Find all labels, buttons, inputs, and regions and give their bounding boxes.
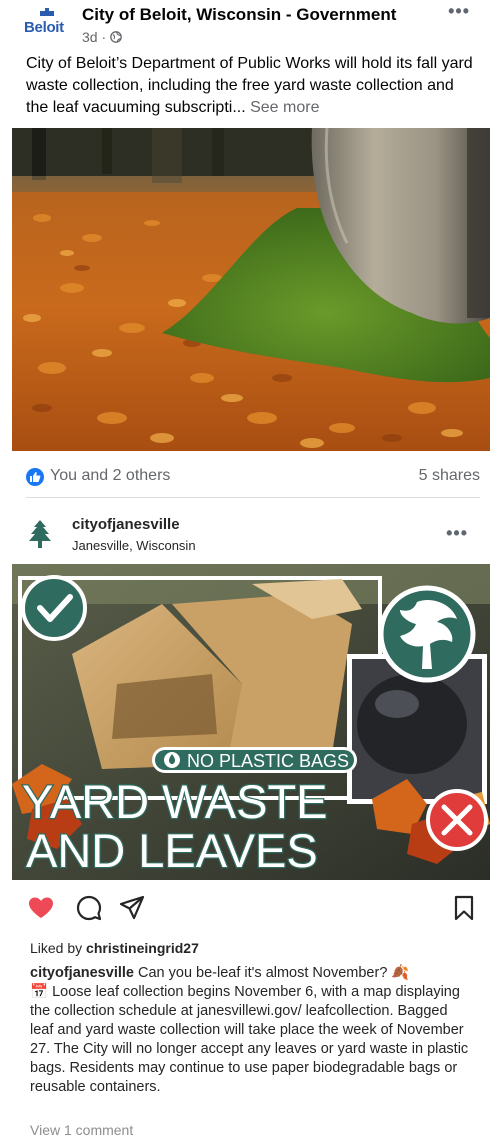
- post-meta: 3d ·: [82, 29, 122, 45]
- post-location[interactable]: Janesville, Wisconsin: [72, 538, 196, 553]
- autumn-tree-photo: [12, 128, 490, 451]
- like-reaction-icon: [26, 468, 44, 486]
- caption-username[interactable]: cityofjanesville: [30, 965, 134, 981]
- facebook-post: Beloit City of Beloit, Wisconsin - Gover…: [0, 0, 490, 498]
- heart-icon[interactable]: [27, 894, 55, 922]
- action-bar: [0, 894, 490, 924]
- post-image-autumn-leaves[interactable]: [12, 128, 490, 451]
- more-options-icon[interactable]: •••: [446, 524, 468, 542]
- post-header: Beloit City of Beloit, Wisconsin - Gover…: [0, 0, 490, 50]
- reactions-bar: You and 2 others 5 shares: [26, 466, 480, 488]
- yard-waste-graphic: NO PLASTIC BAGS YARD WASTE AND LEAVES: [12, 564, 490, 880]
- beloit-logo[interactable]: Beloit: [22, 8, 74, 42]
- bookmark-icon[interactable]: [450, 894, 478, 922]
- janesville-tree-avatar[interactable]: [22, 516, 58, 552]
- account-username[interactable]: cityofjanesville: [72, 516, 180, 533]
- caption-text-1: Can you be-leaf it's almost November? 🍂: [133, 965, 410, 981]
- no-plastic-bags-label: NO PLASTIC BAGS: [187, 751, 349, 771]
- post-caption: cityofjanesville Can you be-leaf it's al…: [30, 964, 470, 1097]
- share-icon[interactable]: [118, 894, 146, 922]
- liked-by-user[interactable]: christineingrid27: [86, 940, 199, 956]
- instagram-post: cityofjanesville Janesville, Wisconsin •…: [0, 498, 490, 1141]
- logo-text: Beloit: [24, 19, 64, 36]
- liked-by-prefix: Liked by: [30, 940, 87, 956]
- caption-text-2: 📅 Loose leaf collection begins November …: [30, 984, 469, 1095]
- comment-icon[interactable]: [75, 894, 103, 922]
- logo-building-icon: [40, 8, 54, 16]
- post-image-yard-waste[interactable]: NO PLASTIC BAGS YARD WASTE AND LEAVES: [12, 564, 490, 880]
- post-time[interactable]: 3d ·: [82, 29, 106, 45]
- liked-by-text: Liked by christineingrid27: [30, 940, 199, 956]
- globe-icon: [110, 31, 122, 43]
- shares-count[interactable]: 5 shares: [419, 467, 480, 485]
- post-text: City of Beloit’s Department of Public Wo…: [26, 53, 476, 119]
- see-more-link[interactable]: See more: [250, 99, 319, 116]
- view-comments-link[interactable]: View 1 comment: [30, 1122, 133, 1138]
- page-name[interactable]: City of Beloit, Wisconsin - Government: [82, 5, 396, 25]
- image-title-line-1: YARD WASTE: [22, 775, 328, 828]
- more-options-icon[interactable]: •••: [448, 2, 470, 20]
- reactions-count[interactable]: You and 2 others: [50, 467, 170, 485]
- image-title-line-2: AND LEAVES: [26, 824, 318, 877]
